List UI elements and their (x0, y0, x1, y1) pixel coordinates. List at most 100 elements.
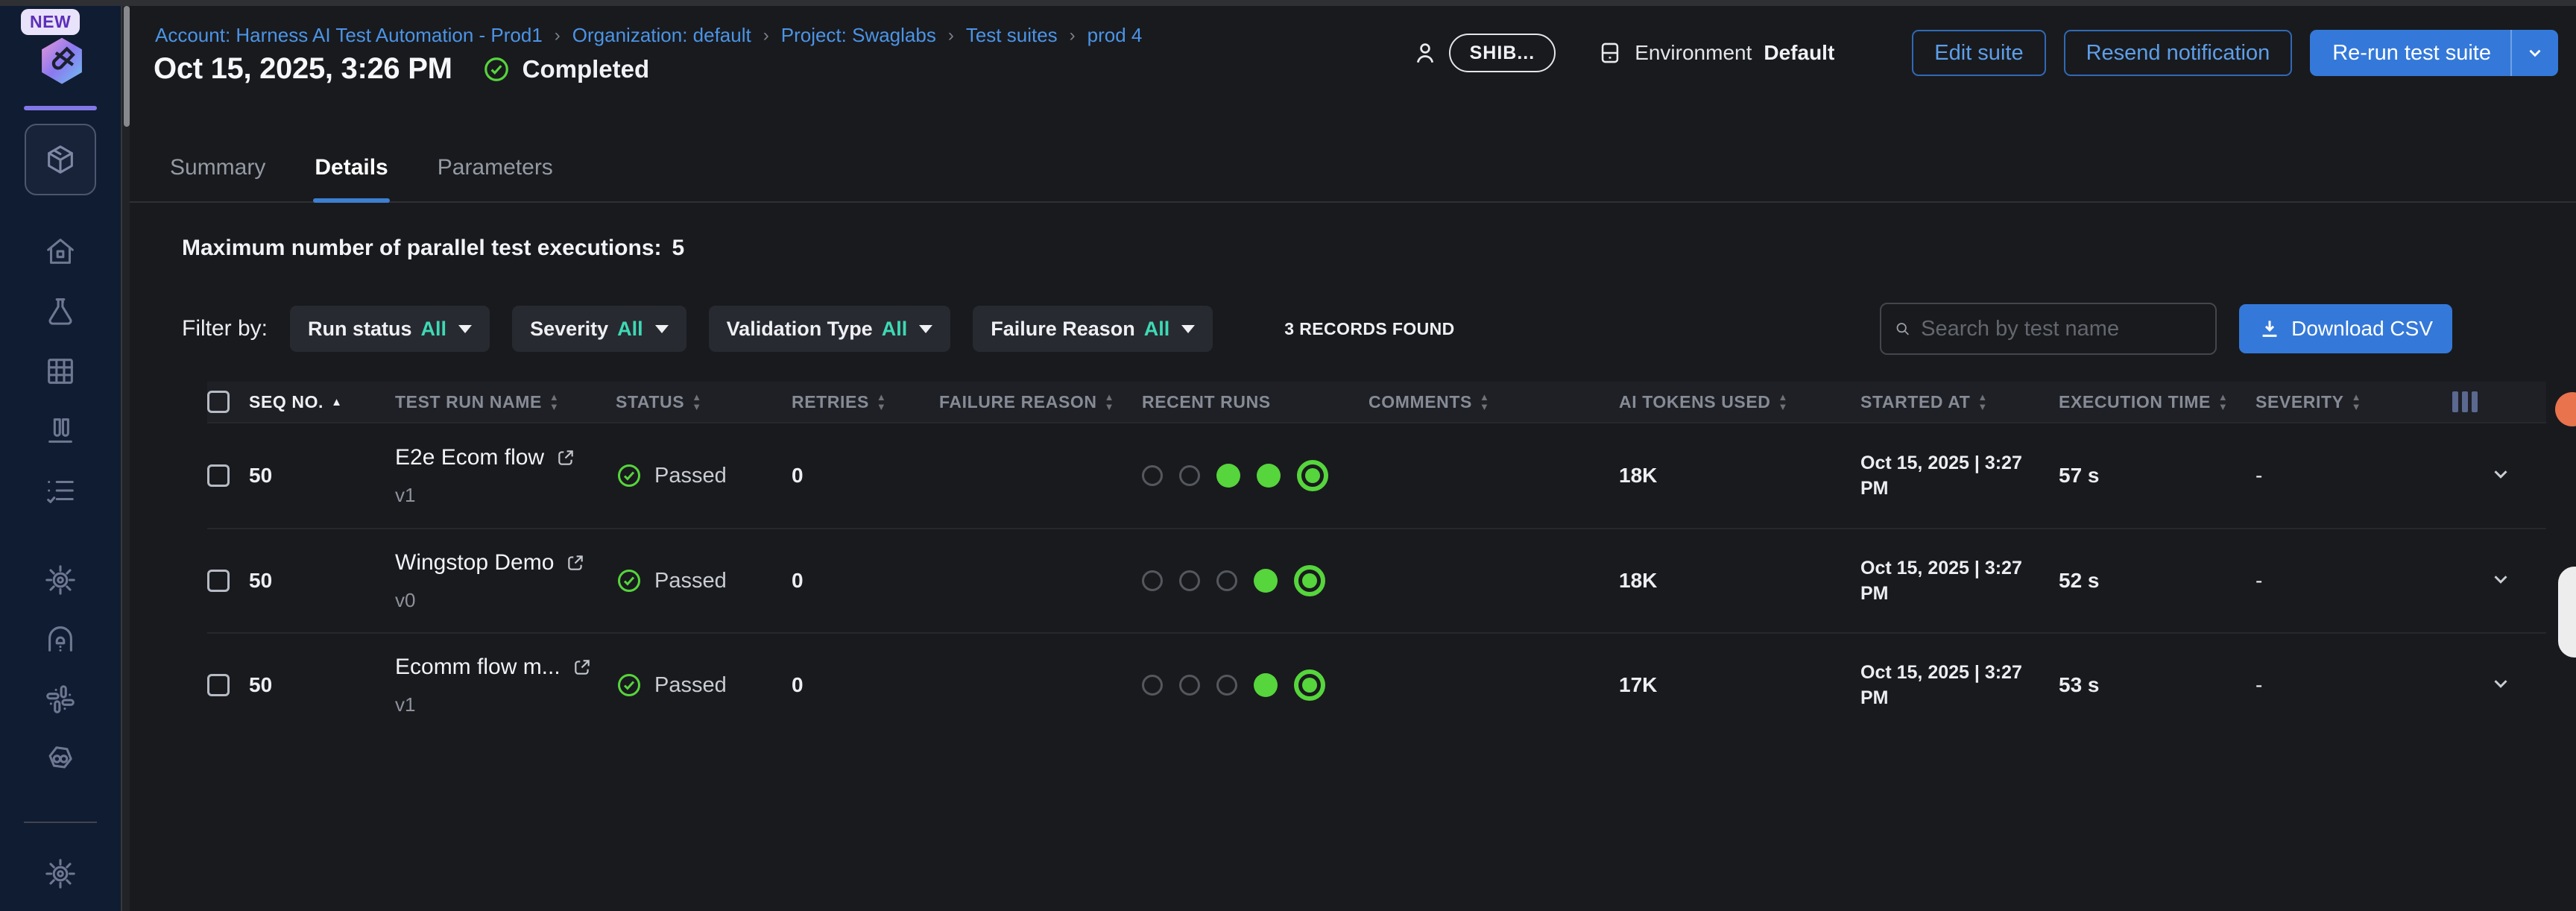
recent-run-empty-dot[interactable] (1216, 675, 1237, 696)
filter-severity[interactable]: Severity All (512, 306, 686, 352)
resend-notification-button[interactable]: Resend notification (2064, 30, 2293, 76)
filter-value: All (617, 318, 643, 341)
started-at: Oct 15, 2025 | 3:27 PM (1860, 660, 2059, 710)
row-checkbox[interactable] (207, 464, 230, 487)
external-link-icon[interactable] (566, 553, 585, 573)
tab-summary[interactable]: Summary (168, 148, 267, 201)
test-run-version: v1 (395, 693, 616, 716)
search-box[interactable] (1880, 303, 2217, 355)
table-row: 50Wingstop Demov0Passed018KOct 15, 2025 … (207, 528, 2546, 632)
row-checkbox-cell (207, 674, 249, 696)
breadcrumb-link-project-swaglabs[interactable]: Project: Swaglabs (781, 24, 936, 47)
severity: - (2255, 569, 2452, 593)
recent-run-empty-dot[interactable] (1216, 570, 1237, 591)
row-checkbox-cell (207, 464, 249, 487)
nav-item-agents[interactable] (0, 610, 121, 669)
column-header-recent-runs[interactable]: RECENT RUNS (1142, 392, 1368, 412)
chevron-down-icon (1181, 325, 1195, 333)
recent-run-filled-dot[interactable] (1254, 569, 1278, 593)
recent-runs (1142, 669, 1368, 701)
breadcrumb-link-account-harness-ai-test-automation-prod1[interactable]: Account: Harness AI Test Automation - Pr… (155, 24, 543, 47)
ai-tokens-used: 18K (1619, 464, 1860, 488)
status-text: Passed (654, 673, 727, 698)
column-header-test-run-name[interactable]: TEST RUN NAME▲▼ (395, 392, 616, 412)
test-run-name-link[interactable]: E2e Ecom flow (395, 445, 616, 470)
recent-run-empty-dot[interactable] (1142, 465, 1163, 486)
test-run-name[interactable]: E2e Ecom flow (395, 445, 544, 470)
recent-run-filled-dot[interactable] (1257, 464, 1281, 488)
breadcrumb-link-test-suites[interactable]: Test suites (966, 24, 1058, 47)
column-header-comments[interactable]: COMMENTS▲▼ (1368, 392, 1619, 412)
recent-run-filled-dot[interactable] (1254, 673, 1278, 697)
column-header-status[interactable]: STATUS▲▼ (616, 392, 792, 412)
row-expand-chevron-icon[interactable] (2490, 672, 2512, 695)
nav-item-config[interactable] (0, 550, 121, 610)
column-header-ai-tokens-used[interactable]: AI TOKENS USED▲▼ (1619, 392, 1860, 412)
pipelines-icon (43, 742, 78, 776)
external-link-icon[interactable] (572, 658, 592, 677)
nav-item-slack[interactable] (0, 669, 121, 729)
scrollbar-thumb[interactable] (124, 6, 130, 127)
user-badge[interactable]: SHIB... (1449, 34, 1556, 72)
search-input[interactable] (1921, 317, 2202, 341)
filter-failure-reason[interactable]: Failure Reason All (973, 306, 1213, 352)
column-header-severity[interactable]: SEVERITY▲▼ (2255, 392, 2452, 412)
harness-logo[interactable]: NEW (0, 6, 121, 106)
test-run-name[interactable]: Ecomm flow m... (395, 655, 561, 680)
max-parallel-value: 5 (672, 236, 685, 260)
recent-run-empty-dot[interactable] (1179, 675, 1200, 696)
recent-run-empty-dot[interactable] (1142, 675, 1163, 696)
seq-no: 50 (249, 464, 395, 488)
column-label: SEVERITY (2255, 392, 2344, 412)
row-checkbox[interactable] (207, 570, 230, 592)
test-run-name-link[interactable]: Wingstop Demo (395, 550, 616, 576)
breadcrumb-link-organization-default[interactable]: Organization: default (572, 24, 751, 47)
external-link-icon[interactable] (556, 448, 575, 467)
column-header-execution-time[interactable]: EXECUTION TIME▲▼ (2059, 392, 2255, 412)
row-expand-chevron-icon[interactable] (2490, 463, 2512, 485)
select-all-checkbox[interactable] (207, 391, 230, 413)
chevron-down-icon[interactable] (2525, 43, 2545, 63)
breadcrumb-link-prod-4[interactable]: prod 4 (1087, 24, 1143, 47)
recent-run-empty-dot[interactable] (1179, 570, 1200, 591)
column-header-seq-no[interactable]: SEQ NO.▲ (249, 392, 395, 412)
column-header-retries[interactable]: RETRIES▲▼ (792, 392, 939, 412)
nav-item-test-runs[interactable] (0, 401, 121, 461)
filter-bar: Filter by: Run status All Severity All V… (182, 303, 2452, 355)
severity: - (2255, 673, 2452, 697)
tab-details[interactable]: Details (313, 148, 389, 201)
filter-validation-type[interactable]: Validation Type All (709, 306, 951, 352)
filter-run-status[interactable]: Run status All (290, 306, 490, 352)
row-expand-chevron-icon[interactable] (2490, 568, 2512, 590)
tab-parameters[interactable]: Parameters (436, 148, 555, 201)
download-csv-button[interactable]: Download CSV (2239, 304, 2452, 353)
recent-run-filled-dot[interactable] (1216, 464, 1240, 488)
recent-run-empty-dot[interactable] (1142, 570, 1163, 591)
nav-item-pipelines[interactable] (0, 729, 121, 789)
retries: 0 (792, 569, 939, 593)
recent-run-empty-dot[interactable] (1179, 465, 1200, 486)
column-header-started-at[interactable]: STARTED AT▲▼ (1860, 392, 2059, 412)
side-widget-partial[interactable] (2558, 567, 2576, 658)
page-scrollbar[interactable] (121, 6, 130, 911)
column-picker-icon[interactable] (2452, 391, 2546, 412)
edit-suite-button[interactable]: Edit suite (1912, 30, 2045, 76)
nav-item-test-grid[interactable] (0, 341, 121, 401)
nav-item-home[interactable] (0, 222, 121, 282)
user-icon[interactable] (1412, 40, 1439, 66)
test-run-name[interactable]: Wingstop Demo (395, 550, 554, 576)
filter-value: All (882, 318, 908, 341)
recent-run-ringed-dot[interactable] (1294, 565, 1325, 596)
recent-runs (1142, 460, 1368, 491)
nav-item-test-suites[interactable] (25, 124, 96, 195)
row-checkbox[interactable] (207, 674, 230, 696)
environment-icon (1597, 40, 1623, 66)
recent-run-ringed-dot[interactable] (1297, 460, 1328, 491)
nav-item-experiments[interactable] (0, 282, 121, 341)
recent-run-ringed-dot[interactable] (1294, 669, 1325, 701)
nav-item-results[interactable] (0, 461, 121, 520)
column-header-failure-reason[interactable]: FAILURE REASON▲▼ (939, 392, 1142, 412)
test-run-name-link[interactable]: Ecomm flow m... (395, 655, 616, 680)
nav-item-settings[interactable] (0, 844, 121, 904)
rerun-test-suite-button[interactable]: Re-run test suite (2310, 30, 2558, 76)
